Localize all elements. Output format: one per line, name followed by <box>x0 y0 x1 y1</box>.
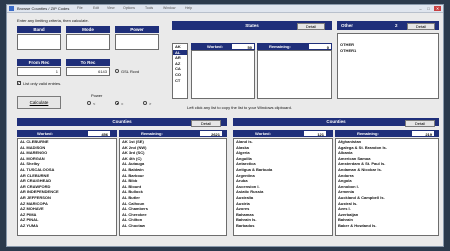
other-title: Other <box>341 23 354 28</box>
counties-us-detail-button[interactable]: Detail <box>191 120 221 127</box>
list-item[interactable]: Barbados <box>234 223 332 229</box>
power-less-label: < <box>93 100 96 106</box>
from-rec-value: 1 <box>55 69 58 74</box>
counties-dx-title: Counties <box>326 119 346 124</box>
power-label: Power <box>130 27 144 32</box>
band-input[interactable] <box>17 34 61 50</box>
clipboard-hint: Left click any list to copy the list to … <box>187 105 292 110</box>
states-worked-bar: Worked: 50 <box>191 43 255 50</box>
counties-dx-worked-bar: Worked: 121 <box>233 130 333 137</box>
menu-view[interactable]: View <box>107 5 115 12</box>
list-item[interactable]: Baker & Howland Is. <box>336 223 438 229</box>
states-remaining-value: 0 <box>308 43 332 50</box>
menu-file[interactable]: File <box>77 5 83 12</box>
criteria-instruction: Enter any limiting criteria, then calcul… <box>17 18 89 23</box>
counties-dx-remaining-label: Remaining: <box>357 131 379 136</box>
title-bar: Browse Counties / ZIP Codes File Edit Vi… <box>7 5 443 13</box>
gsl-rcvd-radio[interactable] <box>115 69 119 73</box>
to-rec-input[interactable]: 6143 <box>66 67 110 76</box>
states-worked-list[interactable] <box>191 50 255 99</box>
menu-options[interactable]: Options <box>123 5 135 12</box>
from-rec-label: From Rec <box>28 60 50 65</box>
counties-us-remaining-value: 2621 <box>199 130 223 137</box>
calculate-button[interactable]: Calculate <box>17 96 61 109</box>
counties-us-title: Counties <box>112 119 132 124</box>
counties-us-worked-label: Worked: <box>37 131 53 136</box>
close-button[interactable]: ✕ <box>434 6 441 11</box>
counties-dx-worked-list[interactable]: Aland is. Alaska Algeria Anguilla Antarc… <box>233 138 333 236</box>
power-equal-radio[interactable] <box>115 101 119 105</box>
mode-header: Mode <box>66 26 110 33</box>
counties-us-remaining-bar: Remaining: 2621 <box>119 130 227 137</box>
window-title: Browse Counties / ZIP Codes <box>17 6 70 11</box>
states-worked-label: Worked: <box>207 44 223 49</box>
power-group-label: Power <box>91 93 103 98</box>
counties-us-worked-value: 456 <box>87 130 111 137</box>
states-worked-value: 50 <box>231 43 255 50</box>
states-title: States <box>245 23 259 28</box>
counties-dx-remaining-bar: Remaining: 219 <box>335 130 439 137</box>
menu-window[interactable]: Window <box>163 5 175 12</box>
counties-us-remaining-label: Remaining: <box>141 131 163 136</box>
counties-dx-remaining-value: 219 <box>411 130 435 137</box>
maximize-button[interactable]: □ <box>425 6 432 11</box>
list-item[interactable]: OTHER1 <box>338 48 438 54</box>
valid-entries-label: List only valid entries. <box>23 80 62 86</box>
power-equal-label: = <box>121 100 124 106</box>
counties-dx-worked-label: Worked: <box>255 131 271 136</box>
mode-input[interactable] <box>66 34 110 50</box>
band-label: Band <box>33 27 45 32</box>
counties-us-worked-list[interactable]: AL CLEBURNE AL MADISON AL MARENGO AL MOR… <box>17 138 117 236</box>
app-icon <box>9 6 14 11</box>
counties-us-remaining-list[interactable]: AK 1st (SE) AK 2nd (NW) AK 3rd (SC) AK 4… <box>119 138 227 236</box>
counties-dx-worked-value: 121 <box>303 130 327 137</box>
to-rec-header: To Rec <box>66 59 110 66</box>
mode-label: Mode <box>82 27 94 32</box>
power-less-radio[interactable] <box>87 101 91 105</box>
states-detail-button[interactable]: Detail <box>297 23 325 30</box>
menu-help[interactable]: Help <box>185 5 192 12</box>
gsl-rcvd-label: GSL Rcvd <box>121 68 140 74</box>
power-header: Power <box>115 26 159 33</box>
band-header: Band <box>17 26 61 33</box>
power-greater-label: > <box>149 100 152 106</box>
counties-dx-remaining-list[interactable]: Afghanistan Agalega & St. Brandon Is. Al… <box>335 138 439 236</box>
minimize-button[interactable]: – <box>417 6 424 11</box>
list-item[interactable]: AL Choctaw <box>120 223 226 229</box>
list-item[interactable]: AZ YUMA <box>18 223 116 229</box>
menu-edit[interactable]: Edit <box>93 5 99 12</box>
menu-tools[interactable]: Tools <box>145 5 153 12</box>
states-remaining-bar: Remaining: 0 <box>257 43 332 50</box>
power-input[interactable] <box>115 34 159 50</box>
states-list[interactable]: AK AL AR AZ CA CO CT <box>172 43 188 99</box>
app-window: Browse Counties / ZIP Codes File Edit Vi… <box>6 4 444 247</box>
other-list[interactable]: OTHER OTHER1 <box>337 33 439 99</box>
other-count: 2 <box>395 23 398 28</box>
other-detail-button[interactable]: Detail <box>407 23 435 30</box>
states-remaining-label: Remaining: <box>269 44 291 49</box>
valid-entries-checkbox[interactable] <box>17 80 21 85</box>
to-rec-label: To Rec <box>80 60 96 65</box>
counties-dx-detail-button[interactable]: Detail <box>405 120 435 127</box>
list-item[interactable]: CT <box>173 78 187 84</box>
to-rec-value: 6143 <box>98 69 107 74</box>
power-greater-radio[interactable] <box>143 101 147 105</box>
from-rec-header: From Rec <box>17 59 61 66</box>
states-remaining-list[interactable] <box>257 50 332 99</box>
from-rec-input[interactable]: 1 <box>17 67 61 76</box>
counties-us-worked-bar: Worked: 456 <box>17 130 117 137</box>
